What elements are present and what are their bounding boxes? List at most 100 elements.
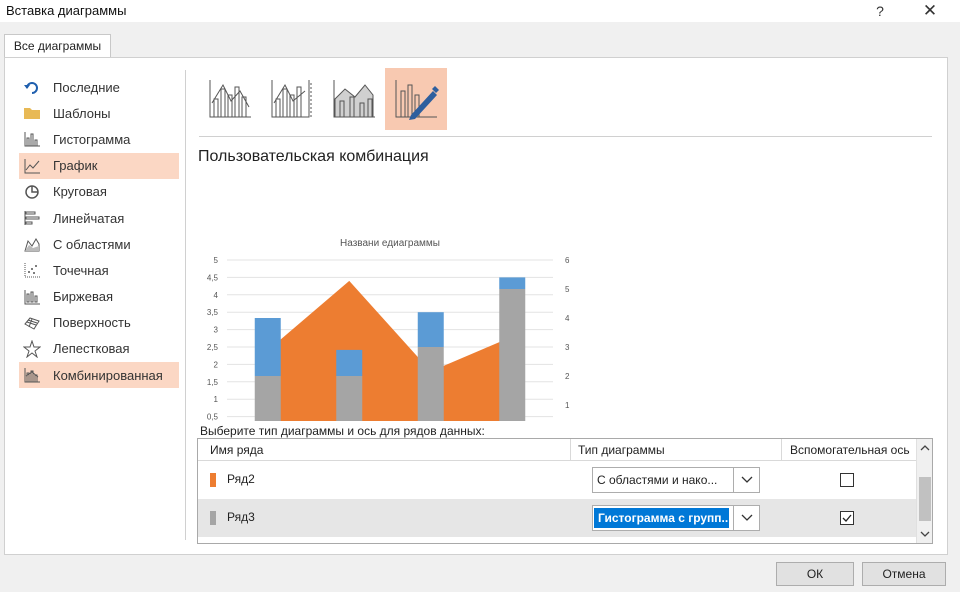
category-label: Точечная xyxy=(53,262,109,278)
bar-Ряд3 xyxy=(254,376,281,421)
chart-type-value: Гистограмма с групп... xyxy=(594,508,729,528)
category-combo[interactable]: Комбинированная xyxy=(19,362,179,389)
subtype-area-column[interactable] xyxy=(323,68,385,130)
y2-tick-label: 1 xyxy=(565,401,570,410)
chart-preview: Названи едиаграммы00,511,522,533,544,550… xyxy=(207,238,570,421)
category-label: Круговая xyxy=(53,184,107,200)
stock-chart-icon xyxy=(23,288,41,306)
header-secondary-axis: Вспомогательная ось xyxy=(790,443,910,457)
y-tick-label: 1,5 xyxy=(207,378,219,387)
y-tick-label: 2 xyxy=(214,360,219,369)
subtype-column-line[interactable] xyxy=(199,68,261,130)
subtype-column-line-secondary[interactable] xyxy=(261,68,323,130)
category-area[interactable]: С областями xyxy=(19,231,179,257)
y2-tick-label: 2 xyxy=(565,372,570,381)
y2-tick-label: 3 xyxy=(565,343,570,352)
main-panel: Последние Шаблоны Гистограмма График Кру… xyxy=(4,57,948,555)
horizontal-divider xyxy=(199,136,932,137)
line-chart-icon xyxy=(23,157,41,175)
y-tick-label: 5 xyxy=(214,256,219,265)
scatter-chart-icon xyxy=(23,261,41,279)
y-tick-label: 2,5 xyxy=(207,343,219,352)
scroll-up-button[interactable] xyxy=(917,439,933,457)
y-tick-label: 0,5 xyxy=(207,413,219,421)
radar-chart-icon xyxy=(23,339,41,358)
category-label: Комбинированная xyxy=(53,367,163,383)
secondary-axis-checkbox[interactable] xyxy=(840,511,854,525)
combo-title: Пользовательская комбинация xyxy=(198,148,429,165)
category-scatter[interactable]: Точечная xyxy=(19,257,179,283)
category-label: Биржевая xyxy=(53,289,113,305)
title-bar: Вставка диаграммы ? ✕ xyxy=(0,0,960,22)
bar-chart-icon xyxy=(23,209,41,227)
cancel-button[interactable]: Отмена xyxy=(862,562,946,586)
bar-Ряд3 xyxy=(336,376,363,421)
category-stock[interactable]: Биржевая xyxy=(19,284,179,310)
grid-row-series3[interactable]: Ряд3 Гистограмма с групп... xyxy=(198,499,916,537)
subtype-custom-combo[interactable] xyxy=(385,68,447,130)
bar-Ряд1 xyxy=(417,312,444,347)
bar-Ряд1 xyxy=(499,277,526,289)
window-title: Вставка диаграммы xyxy=(6,3,127,18)
bar-Ряд3 xyxy=(417,347,444,421)
scroll-down-button[interactable] xyxy=(917,525,933,543)
header-divider xyxy=(570,439,571,461)
chevron-up-icon xyxy=(920,445,930,451)
series-caption: Выберите тип диаграммы и ось для рядов д… xyxy=(200,424,485,438)
column-chart-icon xyxy=(23,130,41,148)
category-bar[interactable]: Линейчатая xyxy=(19,205,179,231)
category-label: Последние xyxy=(53,79,120,95)
custom-combo-icon xyxy=(395,80,439,120)
series-name: Ряд3 xyxy=(227,510,255,524)
help-button[interactable]: ? xyxy=(870,1,890,21)
chart-title: Названи едиаграммы xyxy=(340,238,440,249)
category-line[interactable]: График xyxy=(19,152,179,179)
recent-icon xyxy=(23,78,41,96)
chart-type-dropdown[interactable]: С областями и нако... xyxy=(592,467,760,493)
category-surface[interactable]: Поверхность xyxy=(19,310,179,336)
chevron-down-icon xyxy=(920,531,930,537)
scroll-thumb[interactable] xyxy=(919,477,931,521)
combo-column-line-icon xyxy=(209,80,251,118)
bar-Ряд1 xyxy=(254,318,281,376)
chart-category-list: Последние Шаблоны Гистограмма График Кру… xyxy=(19,74,179,389)
category-label: Лепестковая xyxy=(53,341,130,357)
folder-icon xyxy=(23,104,41,122)
secondary-axis-checkbox[interactable] xyxy=(840,473,854,487)
grid-row-series2[interactable]: Ряд2 С областями и нако... xyxy=(198,461,916,499)
series-color-swatch xyxy=(210,473,216,487)
dropdown-arrow-button[interactable] xyxy=(733,506,759,530)
y2-tick-label: 6 xyxy=(565,256,570,265)
ok-button[interactable]: ОК xyxy=(776,562,854,586)
chevron-down-icon xyxy=(741,514,752,521)
area-chart-icon xyxy=(23,235,41,253)
series-grid: Имя ряда Тип диаграммы Вспомогательная о… xyxy=(197,438,933,544)
close-button[interactable]: ✕ xyxy=(917,0,943,22)
y-tick-label: 1 xyxy=(214,395,219,404)
category-label: Шаблоны xyxy=(53,105,111,121)
category-column[interactable]: Гистограмма xyxy=(19,126,179,152)
tab-all-charts[interactable]: Все диаграммы xyxy=(4,34,111,58)
bar-Ряд3 xyxy=(499,289,526,421)
category-label: Гистограмма xyxy=(53,131,131,147)
category-recent[interactable]: Последние xyxy=(19,74,179,100)
header-chart-type: Тип диаграммы xyxy=(578,443,665,457)
category-templates[interactable]: Шаблоны xyxy=(19,100,179,126)
chart-type-dropdown[interactable]: Гистограмма с групп... xyxy=(592,505,760,531)
y2-tick-label: 4 xyxy=(565,314,570,323)
surface-chart-icon xyxy=(23,314,41,332)
dropdown-arrow-button[interactable] xyxy=(733,468,759,492)
area-series-Ряд2 xyxy=(267,280,513,421)
y-tick-label: 4,5 xyxy=(207,273,219,282)
category-label: Поверхность xyxy=(53,315,131,331)
category-radar[interactable]: Лепестковая xyxy=(19,336,179,362)
series-name: Ряд2 xyxy=(227,472,255,486)
category-pie[interactable]: Круговая xyxy=(19,179,179,205)
pie-chart-icon xyxy=(23,183,41,201)
checkmark-icon xyxy=(842,514,852,522)
header-series-name: Имя ряда xyxy=(210,443,264,457)
combo-chart-icon xyxy=(23,366,41,384)
grid-scrollbar[interactable] xyxy=(916,439,932,543)
chart-type-value: С областями и нако... xyxy=(597,473,718,487)
category-label: График xyxy=(53,158,98,174)
